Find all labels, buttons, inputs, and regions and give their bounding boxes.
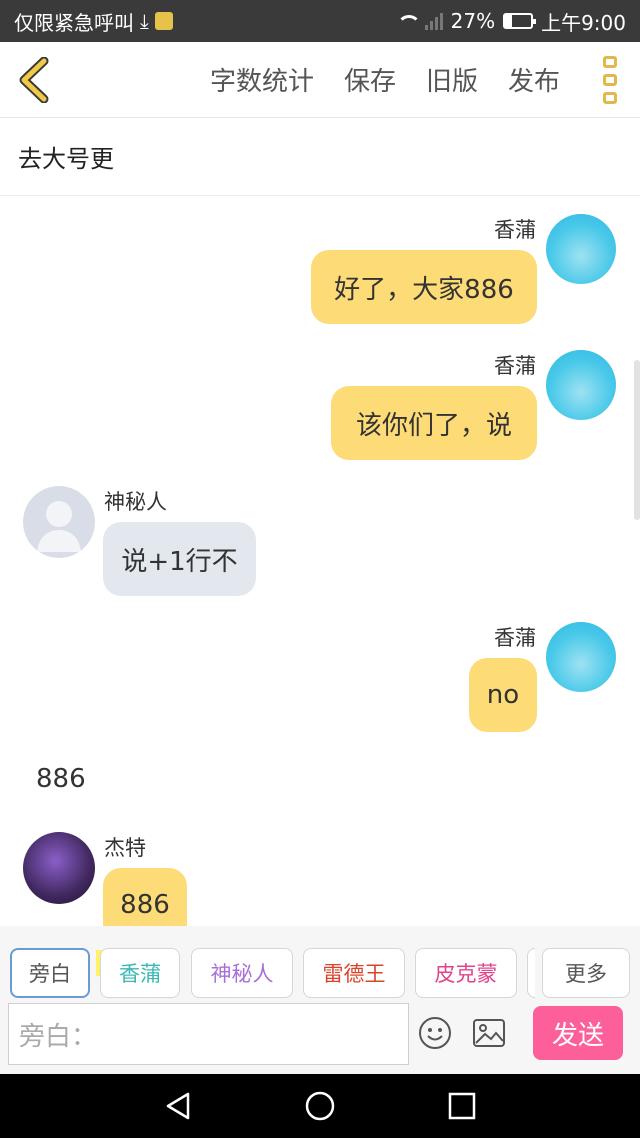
avatar-jiete[interactable] <box>23 832 95 904</box>
word-count-button[interactable]: 字数统计 <box>210 61 314 98</box>
avatar-xiangpu[interactable] <box>546 622 616 692</box>
message-input[interactable]: 旁白： <box>8 1003 409 1065</box>
role-shenmiren[interactable]: 神秘人 <box>191 948 293 998</box>
story-title-text: 去大号更 <box>18 145 114 173</box>
status-right: 27% 上午9:00 <box>395 7 626 36</box>
top-toolbar: 字数统计 保存 旧版 发布 <box>0 42 640 118</box>
sender-name: 香蒲 <box>494 626 536 650</box>
more-vertical-icon[interactable] <box>580 42 640 118</box>
message-input-placeholder: 旁白： <box>19 1021 98 1052</box>
input-row: 旁白： 发送 <box>0 1000 640 1074</box>
battery-percent: 27% <box>450 9 496 33</box>
role-label: 旁白 <box>29 962 71 986</box>
more-roles-label: 更多 <box>565 962 607 986</box>
message-bubble[interactable]: no <box>469 658 537 732</box>
app-notification-icon <box>154 12 173 30</box>
battery-icon <box>503 13 537 29</box>
avatar-xiangpu[interactable] <box>546 214 616 284</box>
chevron-left-icon <box>19 56 49 103</box>
story-title[interactable]: 去大号更 <box>0 118 640 196</box>
role-narrator[interactable]: 旁白 <box>10 948 90 998</box>
send-button[interactable]: 发送 <box>533 1006 623 1060</box>
avatar-xiangpu[interactable] <box>546 350 616 420</box>
image-icon[interactable] <box>472 1018 506 1048</box>
sender-name: 香蒲 <box>494 218 536 242</box>
role-xiangpu[interactable]: 香蒲 <box>100 948 180 998</box>
narration-text[interactable]: 886 <box>36 764 86 794</box>
home-circle-icon[interactable] <box>302 1088 338 1124</box>
system-nav-bar <box>0 1074 640 1138</box>
message-bubble[interactable]: 该你们了，说 <box>331 386 537 460</box>
scrollbar[interactable] <box>634 360 640 520</box>
role-label: 香蒲 <box>119 962 161 986</box>
send-label: 发送 <box>551 1020 604 1051</box>
role-selector: 旁白 主 香蒲 神秘人 雷德王 皮克蒙 更多 <box>0 926 640 1000</box>
save-button[interactable]: 保存 <box>344 61 396 98</box>
emoji-icon[interactable] <box>418 1016 452 1050</box>
role-overflow[interactable] <box>527 948 535 998</box>
clock: 上午9:00 <box>541 10 626 35</box>
sender-name: 神秘人 <box>104 490 167 514</box>
role-pikemeng[interactable]: 皮克蒙 <box>415 948 517 998</box>
wifi-icon <box>395 13 421 29</box>
role-leidewang[interactable]: 雷德王 <box>303 948 405 998</box>
publish-button[interactable]: 发布 <box>508 61 560 98</box>
recents-square-icon[interactable] <box>444 1088 480 1124</box>
chat-area[interactable]: 香蒲 好了，大家886 香蒲 该你们了，说 神秘人 说+1行不 香蒲 no 88… <box>0 196 640 926</box>
sender-name: 香蒲 <box>494 354 536 378</box>
message-bubble[interactable]: 886 <box>103 868 187 926</box>
carrier-text: 仅限紧急呼叫 <box>14 10 134 35</box>
battery-fill <box>505 15 513 27</box>
role-label: 雷德王 <box>322 962 386 986</box>
person-icon <box>37 501 81 552</box>
message-bubble[interactable]: 说+1行不 <box>103 522 256 596</box>
role-label: 神秘人 <box>210 962 274 986</box>
download-icon: ⤓ <box>140 9 149 33</box>
back-button[interactable] <box>0 42 70 118</box>
message-bubble[interactable]: 好了，大家886 <box>311 250 537 324</box>
status-left: 仅限紧急呼叫 ⤓ <box>14 7 173 36</box>
old-version-button[interactable]: 旧版 <box>426 61 478 98</box>
avatar-default[interactable] <box>23 486 95 558</box>
status-bar: 仅限紧急呼叫 ⤓ 27% 上午9:00 <box>0 0 640 42</box>
more-roles-button[interactable]: 更多 <box>542 948 630 998</box>
back-triangle-icon[interactable] <box>160 1088 196 1124</box>
signal-icon <box>424 12 443 30</box>
sender-name: 杰特 <box>104 836 146 860</box>
role-label: 皮克蒙 <box>434 962 498 986</box>
toolbar-actions: 字数统计 保存 旧版 发布 <box>210 61 580 98</box>
